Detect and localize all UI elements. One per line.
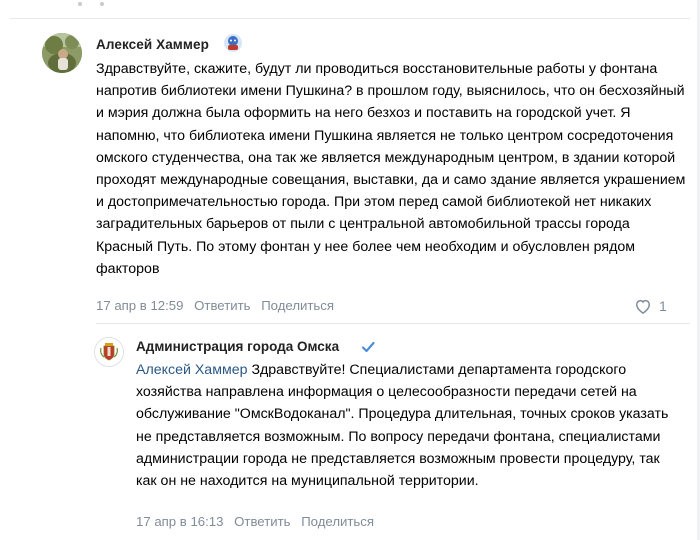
divider (10, 18, 690, 19)
dot-icon (100, 2, 104, 6)
dot-icon (78, 2, 82, 6)
reply-body: Здравствуйте! Специалистами департамента… (136, 362, 669, 490)
like-button[interactable]: 1 (633, 296, 667, 316)
comment-date[interactable]: 17 апр в 12:59 (96, 298, 183, 313)
mention-link[interactable]: Алексей Хаммер (136, 362, 248, 378)
share-button[interactable]: Поделиться (261, 298, 334, 313)
comment-text: Здравствуйте, скажите, будут ли проводит… (96, 61, 686, 277)
comment-author[interactable]: Алексей Хаммер (96, 37, 209, 52)
comment-meta: 17 апр в 12:59 Ответить Поделиться (96, 298, 341, 313)
reply-meta: 17 апр в 16:13 Ответить Поделиться (136, 514, 381, 529)
emoji-avatar-badge-icon (223, 33, 243, 53)
comment-thread: Алексей Хаммер Здравствуйте, скажите, бу… (0, 0, 700, 540)
reply-reply-button[interactable]: Ответить (234, 514, 290, 529)
previous-post-actions (78, 0, 138, 10)
heart-icon (635, 299, 651, 314)
avatar[interactable] (42, 33, 82, 73)
reply-button[interactable]: Ответить (194, 298, 250, 313)
like-count: 1 (659, 298, 667, 314)
coat-of-arms-icon (95, 338, 123, 366)
divider (96, 323, 690, 324)
reply-date[interactable]: 17 апр в 16:13 (136, 514, 223, 529)
reply-share-button[interactable]: Поделиться (301, 514, 374, 529)
reply-text: Алексей Хаммер Здравствуйте! Специалиста… (136, 359, 681, 492)
verified-check-icon (360, 339, 376, 355)
reply-author[interactable]: Администрация города Омска (136, 339, 339, 354)
avatar[interactable] (94, 337, 124, 367)
